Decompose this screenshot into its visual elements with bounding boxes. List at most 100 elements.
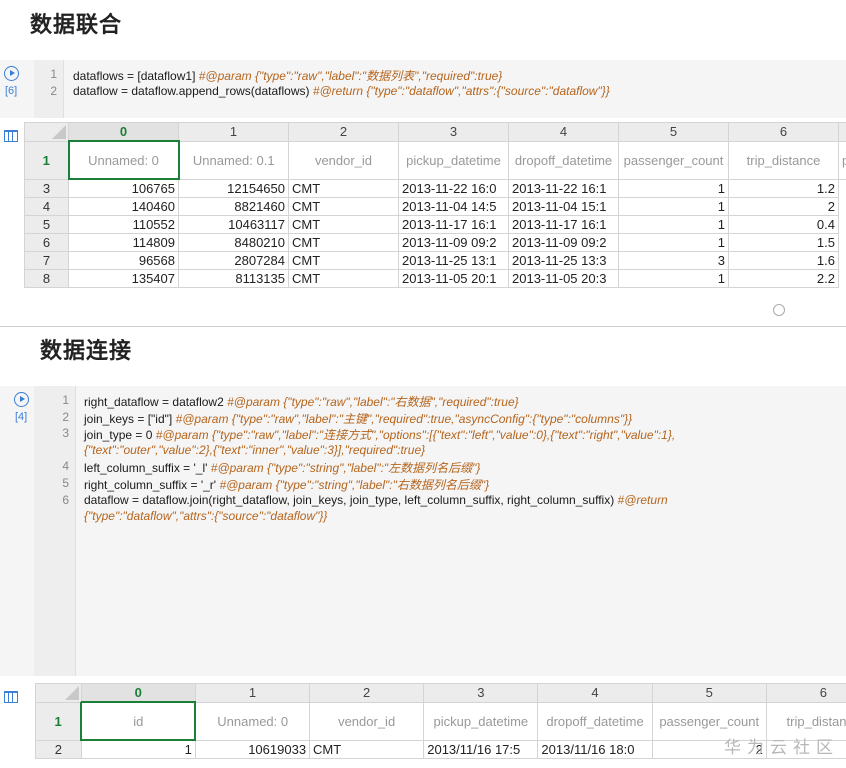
column-number[interactable]: 0 bbox=[80, 683, 196, 703]
column-header[interactable]: p bbox=[838, 140, 846, 180]
column-header[interactable]: vendor_id bbox=[288, 140, 399, 180]
table-cell[interactable]: 2013-11-05 20:1 bbox=[398, 269, 509, 288]
code-line[interactable]: join_type = 0 #@param {"type":"raw","lab… bbox=[84, 426, 675, 443]
table-cell[interactable]: CMT bbox=[309, 739, 425, 759]
table-cell[interactable]: 8480210 bbox=[178, 233, 289, 252]
table-cell[interactable]: 1.6 bbox=[728, 251, 839, 270]
column-header[interactable]: trip_distance bbox=[728, 140, 839, 180]
code-line[interactable]: {"text":"outer","value":2},{"text":"inne… bbox=[84, 443, 425, 457]
code-line[interactable]: dataflow = dataflow.join(right_dataflow,… bbox=[84, 493, 668, 507]
table-cell[interactable]: 3 bbox=[618, 251, 729, 270]
row-number[interactable]: 6 bbox=[24, 233, 69, 252]
table-cell[interactable]: 96568 bbox=[68, 251, 179, 270]
column-number[interactable]: 2 bbox=[309, 683, 425, 703]
column-number[interactable]: 1 bbox=[194, 683, 311, 703]
select-all-corner[interactable] bbox=[24, 122, 69, 142]
table-view-icon[interactable] bbox=[4, 691, 18, 703]
table-cell[interactable]: 2013-11-25 13:1 bbox=[398, 251, 509, 270]
table-cell[interactable]: 12154650 bbox=[178, 178, 289, 198]
table-cell[interactable]: CMT bbox=[288, 269, 399, 288]
table-cell[interactable]: 2013-11-22 16:1 bbox=[508, 178, 619, 198]
table-cell[interactable]: 135407 bbox=[68, 269, 179, 288]
resize-handle-icon[interactable] bbox=[773, 304, 785, 316]
column-number[interactable]: 3 bbox=[398, 122, 509, 142]
row-number[interactable]: 4 bbox=[24, 197, 69, 216]
code-line[interactable]: join_keys = ["id"] #@param {"type":"raw"… bbox=[84, 410, 632, 427]
table-cell[interactable]: 2807284 bbox=[178, 251, 289, 270]
column-header-selected[interactable]: id bbox=[80, 701, 197, 741]
column-header[interactable]: passenger_count bbox=[618, 140, 729, 180]
column-number[interactable]: 5 bbox=[651, 683, 767, 703]
code-cell-join[interactable]: [4] 1 2 3 4 5 6 right_dataflow = dataflow2 #@… bbox=[0, 386, 846, 676]
table-cell[interactable]: 10463117 bbox=[178, 215, 289, 234]
column-header[interactable]: pickup_datetime bbox=[423, 701, 539, 741]
table-view-icon[interactable] bbox=[4, 130, 18, 142]
table-cell[interactable]: 2 bbox=[728, 197, 839, 216]
column-header[interactable]: dropoff_datetime bbox=[508, 140, 619, 180]
table-cell[interactable]: 2013-11-17 16:1 bbox=[398, 215, 509, 234]
table-cell[interactable]: 10619033 bbox=[194, 739, 311, 759]
table-cell[interactable]: 8113135 bbox=[178, 269, 289, 288]
table-cell[interactable]: 2013-11-17 16:1 bbox=[508, 215, 619, 234]
table-cell[interactable]: 140460 bbox=[68, 197, 179, 216]
code-line[interactable]: right_column_suffix = '_r' #@param {"typ… bbox=[84, 476, 489, 493]
table-cell[interactable]: CMT bbox=[288, 233, 399, 252]
code-line[interactable]: dataflows = [dataflow1] #@param {"type":… bbox=[73, 67, 502, 84]
table-cell[interactable]: CMT bbox=[288, 251, 399, 270]
table-cell[interactable]: 1 bbox=[618, 178, 729, 198]
column-number[interactable]: 6 bbox=[728, 122, 839, 142]
column-number[interactable]: 4 bbox=[537, 683, 653, 703]
table-cell[interactable]: 2.2 bbox=[728, 269, 839, 288]
run-cell-icon[interactable] bbox=[4, 66, 19, 81]
column-header[interactable]: Unnamed: 0 bbox=[194, 701, 311, 741]
run-cell-icon[interactable] bbox=[14, 392, 29, 407]
table-cell[interactable]: CMT bbox=[288, 178, 399, 198]
table-cell[interactable]: 114809 bbox=[68, 233, 179, 252]
table-cell[interactable]: 2013-11-09 09:2 bbox=[508, 233, 619, 252]
row-number[interactable]: 2 bbox=[35, 739, 82, 759]
table-cell[interactable]: 106765 bbox=[68, 178, 179, 198]
column-header[interactable]: dropoff_datetime bbox=[537, 701, 653, 741]
table-cell[interactable]: 2013/11/16 17:5 bbox=[423, 739, 539, 759]
row-number[interactable]: 1 bbox=[24, 140, 69, 180]
code-line[interactable]: {"type":"dataflow","attrs":{"source":"da… bbox=[84, 509, 327, 523]
code-line[interactable]: left_column_suffix = '_l' #@param {"type… bbox=[84, 459, 480, 476]
column-number[interactable]: 3 bbox=[423, 683, 539, 703]
column-number[interactable]: 0 bbox=[68, 122, 179, 142]
code-line[interactable]: right_dataflow = dataflow2 #@param {"typ… bbox=[84, 393, 519, 410]
row-number[interactable]: 3 bbox=[24, 178, 69, 198]
select-all-corner[interactable] bbox=[35, 683, 82, 703]
table-cell[interactable]: 2013-11-04 14:5 bbox=[398, 197, 509, 216]
column-header[interactable]: vendor_id bbox=[309, 701, 425, 741]
table-cell[interactable]: 1 bbox=[618, 215, 729, 234]
column-number[interactable]: 1 bbox=[178, 122, 289, 142]
table-cell[interactable]: 8821460 bbox=[178, 197, 289, 216]
table-cell[interactable]: 2013/11/16 18:0 bbox=[537, 739, 653, 759]
table-cell[interactable]: 1 bbox=[80, 739, 196, 759]
table-cell[interactable]: 2013-11-05 20:3 bbox=[508, 269, 619, 288]
table-cell[interactable]: CMT bbox=[288, 215, 399, 234]
table-cell[interactable]: 1.2 bbox=[728, 178, 839, 198]
row-number[interactable]: 8 bbox=[24, 269, 69, 288]
code-line[interactable]: dataflow = dataflow.append_rows(dataflow… bbox=[73, 84, 610, 98]
table-cell[interactable]: 110552 bbox=[68, 215, 179, 234]
column-header[interactable]: Unnamed: 0.1 bbox=[178, 140, 289, 180]
table-cell[interactable]: 2013-11-22 16:0 bbox=[398, 178, 509, 198]
table-cell[interactable]: 1.5 bbox=[728, 233, 839, 252]
column-number[interactable]: 2 bbox=[288, 122, 399, 142]
table-cell[interactable]: CMT bbox=[288, 197, 399, 216]
table-cell[interactable]: 2013-11-09 09:2 bbox=[398, 233, 509, 252]
column-number[interactable] bbox=[838, 122, 846, 142]
table-cell[interactable]: 1 bbox=[618, 197, 729, 216]
table-cell[interactable]: 2013-11-04 15:1 bbox=[508, 197, 619, 216]
column-number[interactable]: 4 bbox=[508, 122, 619, 142]
row-number[interactable]: 7 bbox=[24, 251, 69, 270]
table-cell[interactable]: 1 bbox=[618, 269, 729, 288]
column-number[interactable]: 6 bbox=[765, 683, 846, 703]
column-number[interactable]: 5 bbox=[618, 122, 729, 142]
code-cell-union[interactable]: [6] 1 2 dataflows = [dataflow1] #@param … bbox=[0, 60, 846, 118]
table-cell[interactable]: 1 bbox=[618, 233, 729, 252]
table-cell[interactable]: 2013-11-25 13:3 bbox=[508, 251, 619, 270]
row-number[interactable]: 1 bbox=[35, 701, 82, 741]
column-header[interactable]: pickup_datetime bbox=[398, 140, 509, 180]
